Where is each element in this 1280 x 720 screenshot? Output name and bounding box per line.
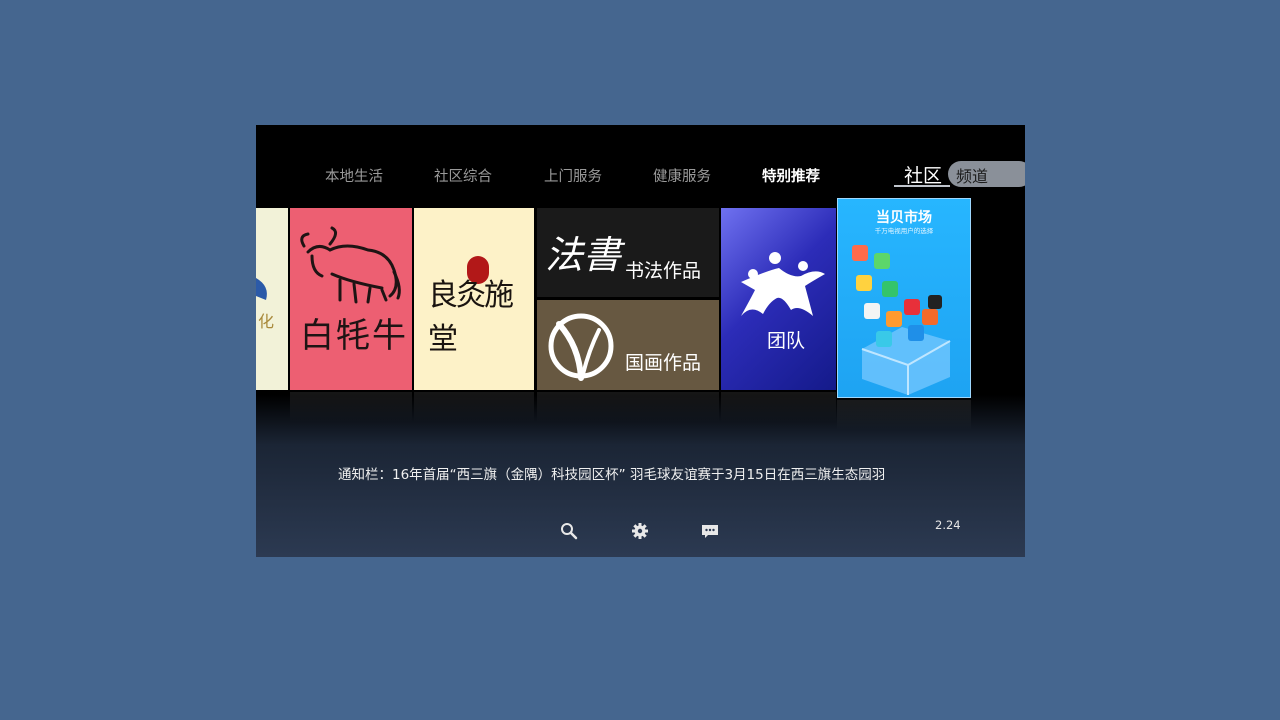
tile-partial-text: 化 (258, 312, 275, 331)
tab-local-life[interactable]: 本地生活 (325, 165, 383, 186)
reflection (290, 392, 412, 422)
tile-culture-partial[interactable]: 化 (256, 208, 288, 390)
tile-calligraphy[interactable]: 法書 书法作品 (537, 208, 719, 297)
swoosh-graphic (256, 278, 267, 300)
message-icon[interactable] (699, 520, 721, 542)
search-icon[interactable] (558, 520, 580, 542)
reflection (721, 392, 836, 422)
tab-community[interactable]: 社区综合 (434, 165, 492, 186)
tile-calligraphy-label: 书法作品 (625, 260, 702, 282)
app-icons-box-graphic (852, 245, 951, 395)
tile-white-yak[interactable]: 白牦牛 (290, 208, 412, 390)
tab-special-recommend[interactable]: 特别推荐 (762, 165, 820, 186)
tile-team-label: 团队 (767, 330, 806, 352)
gear-icon[interactable] (629, 520, 651, 542)
calligraphy-glyphs: 法書 (545, 233, 622, 277)
reflection (537, 392, 719, 422)
reflection (414, 392, 534, 422)
tile-painting-label: 国画作品 (625, 352, 702, 374)
tab-home-service[interactable]: 上门服务 (544, 165, 602, 186)
logo-underline (894, 185, 950, 187)
version-label: 2.24 (935, 518, 961, 532)
tv-screen: 本地生活 社区综合 上门服务 健康服务 特别推荐 社区 频道 化 白牦牛 良灸施… (256, 125, 1025, 557)
logo-main-text: 社区 (904, 165, 943, 187)
notice-bar: 通知栏：16年首届“西三旗（金隅）科技园区杯” 羽毛球友谊赛于3月15日在西三旗… (338, 463, 934, 483)
tile-moxi-title: 良灸施堂 (428, 278, 514, 357)
tile-moxibustion-hall[interactable]: 良灸施堂 (414, 208, 534, 390)
tab-health[interactable]: 健康服务 (653, 165, 711, 186)
tile-team[interactable]: 团队 (721, 208, 836, 390)
notice-prefix: 通知栏： (338, 467, 392, 483)
reflection (837, 400, 971, 430)
channel-logo: 社区 频道 (894, 161, 1025, 187)
yak-icon (300, 226, 401, 304)
tile-chinese-painting[interactable]: 国画作品 (537, 300, 719, 390)
category-tabs: 本地生活 社区综合 上门服务 健康服务 特别推荐 (256, 165, 896, 189)
logo-sub-text: 频道 (956, 167, 989, 186)
tile-app-market[interactable]: 当贝市场 千万电视用户的选择 (837, 198, 971, 398)
notice-text: 16年首届“西三旗（金隅）科技园区杯” 羽毛球友谊赛于3月15日在西三旗生态园羽 (392, 467, 886, 483)
brush-circle-icon (548, 313, 614, 381)
tile-yak-title: 白牦牛 (300, 316, 408, 356)
